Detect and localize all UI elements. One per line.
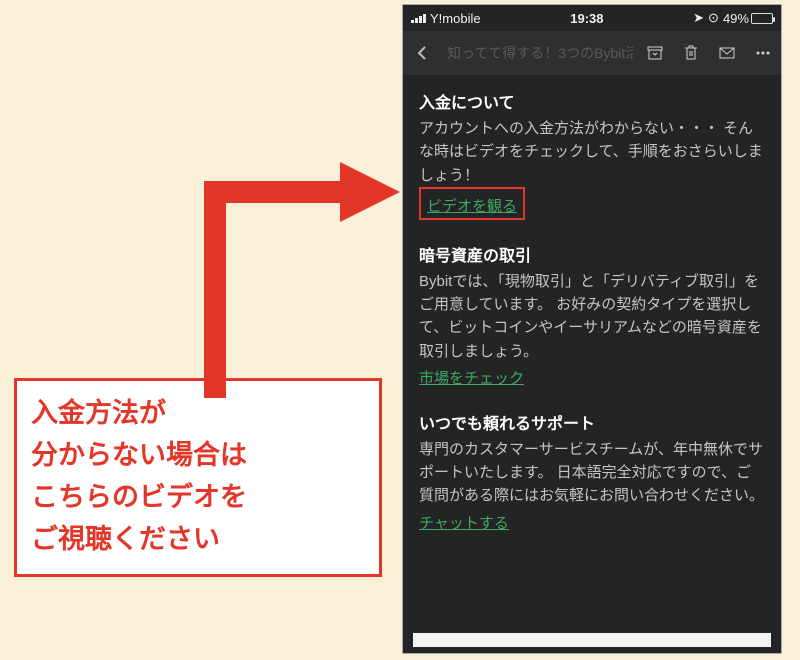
section-support: いつでも頼れるサポート 専門のカスタマーサービスチームが、年中無休でサポートいた… — [419, 410, 765, 533]
email-body: 入金について アカウントへの入金方法がわからない・・・ そんな時はビデオをチェッ… — [403, 75, 781, 565]
callout-line: こちらのビデオを — [31, 477, 365, 519]
callout-line: ご視聴ください — [31, 519, 365, 561]
more-icon — [754, 44, 772, 62]
section-body: 専門のカスタマーサービスチームが、年中無休でサポートいたします。 日本語完全対応… — [419, 438, 765, 508]
more-button[interactable] — [753, 43, 773, 63]
section-title: 暗号資産の取引 — [419, 242, 765, 266]
battery-indicator: 49% — [723, 11, 773, 26]
watch-video-link[interactable]: ビデオを観る — [427, 195, 517, 216]
bottom-strip — [413, 633, 771, 647]
delete-button[interactable] — [681, 43, 701, 63]
battery-percent: 49% — [723, 11, 749, 26]
status-left: Y!mobile — [411, 11, 481, 26]
instruction-callout: 入金方法が 分からない場合は こちらのビデオを ご視聴ください — [14, 378, 382, 577]
status-right: ➤ ⊙ 49% — [693, 10, 773, 26]
check-market-link[interactable]: 市場をチェック — [419, 367, 524, 388]
location-icon: ➤ — [693, 10, 704, 26]
status-time: 19:38 — [570, 11, 603, 26]
section-body: アカウントへの入金方法がわからない・・・ そんな時はビデオをチェックして、手順を… — [419, 117, 765, 187]
email-subject-faded: 知ってて得する！3つのBybit活用 — [447, 43, 633, 63]
section-title: いつでも頼れるサポート — [419, 410, 765, 434]
archive-button[interactable] — [645, 43, 665, 63]
section-body: Bybitでは、「現物取引」と「デリバティブ取引」をご用意しています。 お好みの… — [419, 270, 765, 363]
phone-screen: Y!mobile 19:38 ➤ ⊙ 49% 知ってて得する！3つのBybit活… — [402, 4, 782, 654]
section-trading: 暗号資産の取引 Bybitでは、「現物取引」と「デリバティブ取引」をご用意してい… — [419, 242, 765, 388]
alarm-icon: ⊙ — [708, 10, 719, 26]
chevron-left-icon — [415, 45, 431, 61]
section-title: 入金について — [419, 89, 765, 113]
chat-link[interactable]: チャットする — [419, 512, 509, 533]
callout-line: 入金方法が — [31, 393, 365, 435]
mail-button[interactable] — [717, 43, 737, 63]
trash-icon — [682, 44, 700, 62]
carrier-label: Y!mobile — [430, 11, 481, 26]
signal-icon — [411, 13, 426, 23]
mail-app-header: 知ってて得する！3つのBybit活用 — [403, 31, 781, 75]
archive-icon — [646, 44, 664, 62]
pointer-arrow — [200, 148, 400, 408]
mail-icon — [718, 44, 736, 62]
section-deposit: 入金について アカウントへの入金方法がわからない・・・ そんな時はビデオをチェッ… — [419, 89, 765, 220]
callout-line: 分からない場合は — [31, 435, 365, 477]
status-bar: Y!mobile 19:38 ➤ ⊙ 49% — [403, 5, 781, 31]
back-button[interactable] — [411, 41, 435, 65]
video-link-highlight: ビデオを観る — [419, 187, 525, 220]
